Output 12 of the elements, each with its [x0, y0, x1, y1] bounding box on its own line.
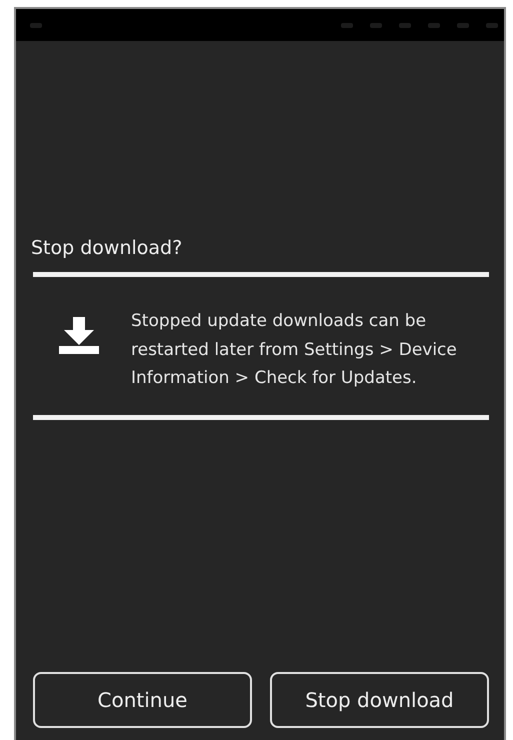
- status-icon: [341, 22, 353, 28]
- dialog-title: Stop download?: [31, 236, 184, 260]
- status-icon: [399, 22, 411, 28]
- status-icon: [428, 22, 440, 28]
- status-icon: [30, 22, 42, 28]
- dialog-button[interactable]: Stop download: [270, 672, 489, 728]
- download-icon: [59, 315, 99, 355]
- status-icon: [457, 22, 469, 28]
- status-icon: [370, 22, 382, 28]
- dialog-message: Stopped update downloads can be restarted later from Settings > Device Information > Check for Updates.: [131, 310, 458, 390]
- dialog-button[interactable]: Continue: [33, 672, 252, 728]
- status-icon: [486, 22, 498, 28]
